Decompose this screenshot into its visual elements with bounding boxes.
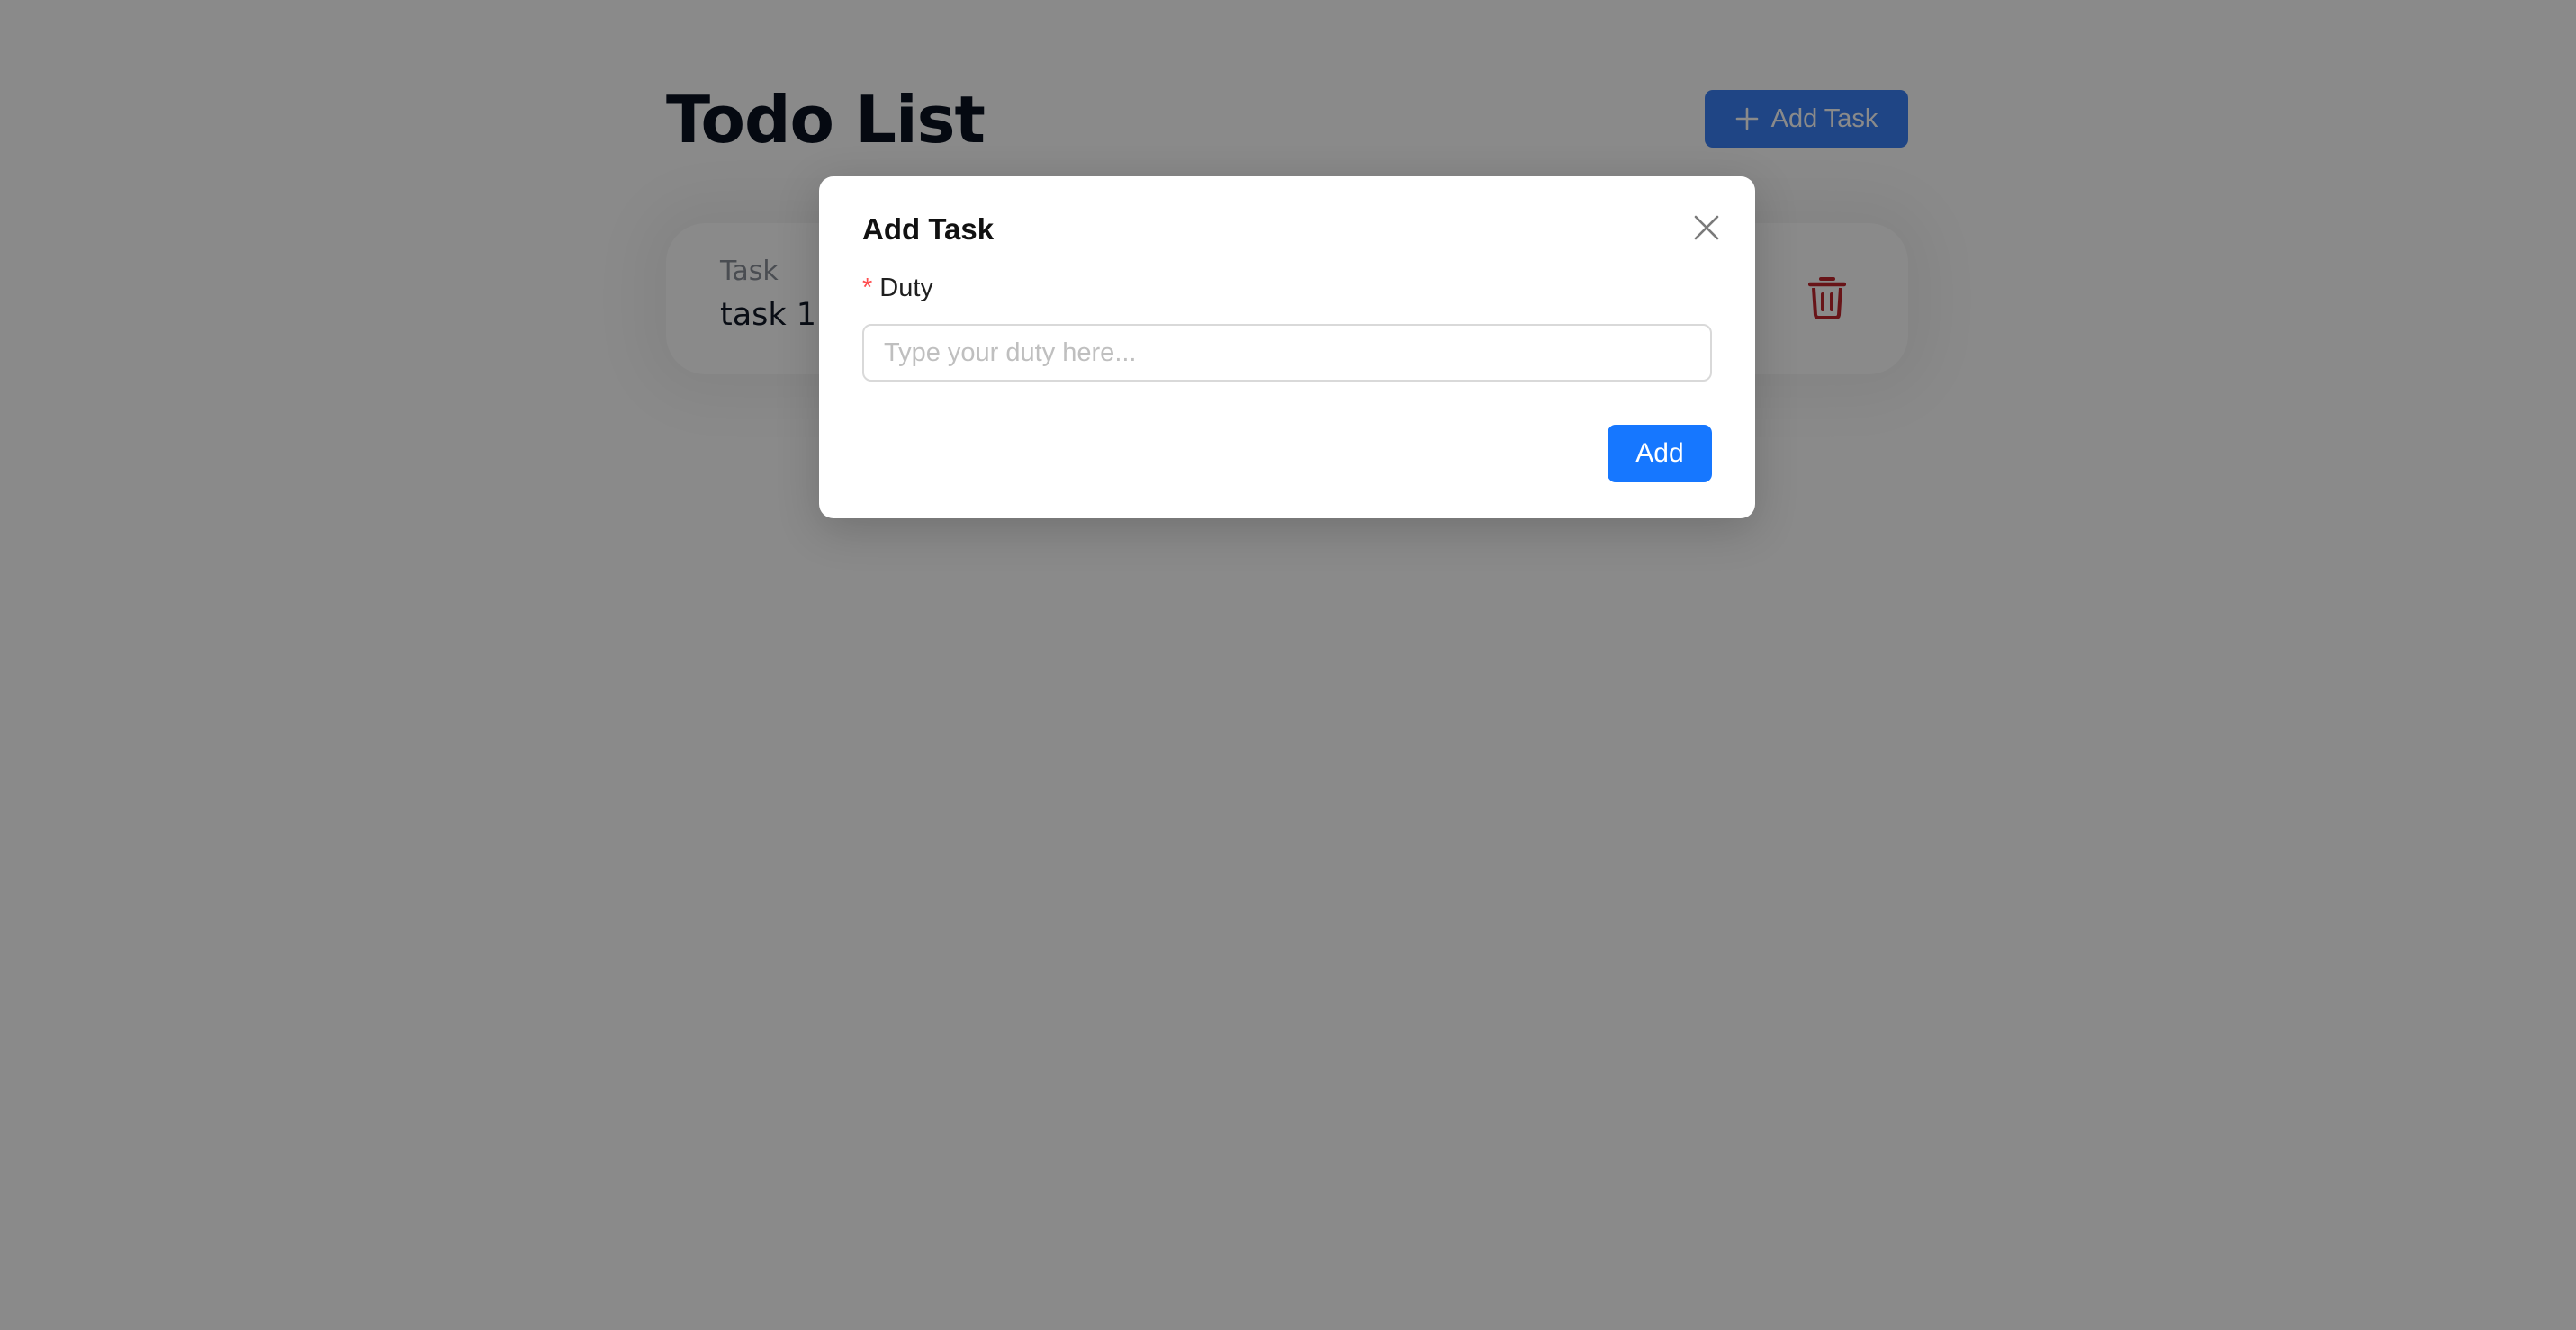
close-icon (1693, 214, 1720, 244)
todo-page: Todo List Add Task Task task 1 Add Task … (0, 0, 2576, 1330)
duty-label-text: Duty (879, 274, 933, 302)
modal-title: Add Task (862, 212, 995, 246)
duty-field-label: * Duty (862, 274, 933, 303)
add-task-modal: Add Task * Duty Add (819, 176, 1755, 518)
add-button[interactable]: Add (1608, 425, 1712, 482)
duty-input[interactable] (862, 324, 1712, 382)
close-button[interactable] (1687, 209, 1726, 248)
required-mark: * (862, 274, 873, 302)
